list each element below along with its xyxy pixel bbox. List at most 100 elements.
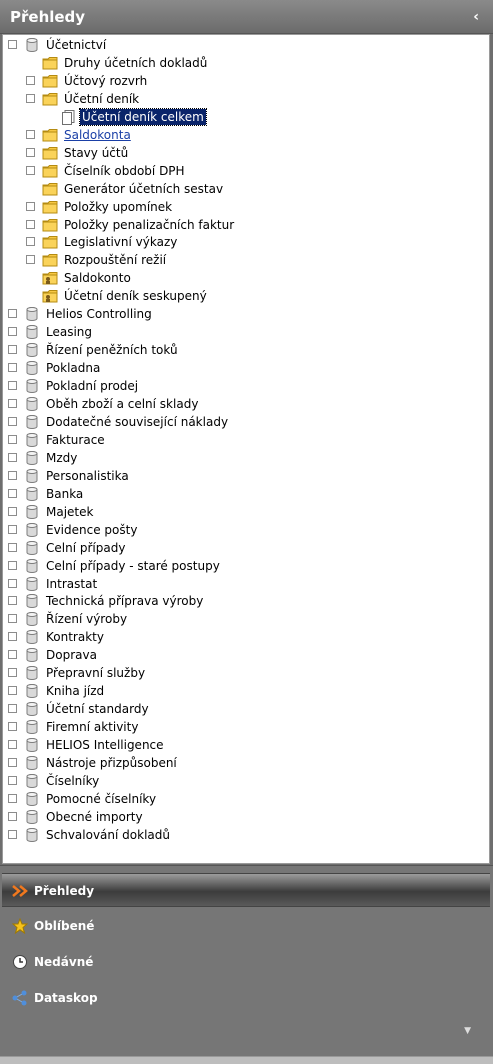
tree-node-label[interactable]: Položky upomínek	[62, 199, 174, 215]
tree-node-label[interactable]: Celní případy	[44, 540, 127, 556]
expand-icon[interactable]	[8, 686, 17, 696]
tree-node-label[interactable]: Kontrakty	[44, 629, 106, 645]
tree-node[interactable]: Položky penalizačních faktur	[3, 216, 483, 234]
expand-icon[interactable]	[8, 596, 17, 606]
tree-node-label[interactable]: Personalistika	[44, 468, 131, 484]
tree-node[interactable]: Obecné importy	[3, 808, 483, 826]
tree-node[interactable]: Číselník období DPH	[3, 162, 483, 180]
tree-node-label[interactable]: Rozpouštění režií	[62, 252, 168, 268]
tree-node-label[interactable]: Mzdy	[44, 450, 79, 466]
tree-node-label[interactable]: Stavy účtů	[62, 145, 130, 161]
tree-node[interactable]: Pomocné číselníky	[3, 790, 483, 808]
expand-icon[interactable]	[8, 524, 17, 534]
tree-node-label[interactable]: Položky penalizačních faktur	[62, 217, 236, 233]
tree-node-label[interactable]: Saldokonta	[62, 127, 133, 143]
tree-node-label[interactable]: Fakturace	[44, 432, 107, 448]
nav-item-overview[interactable]: Přehledy	[2, 873, 490, 907]
expand-icon[interactable]	[8, 704, 17, 714]
expand-icon[interactable]	[26, 165, 35, 175]
tree-node-label[interactable]: Schvalování dokladů	[44, 827, 172, 843]
tree-node-label[interactable]: HELIOS Intelligence	[44, 737, 166, 753]
expand-icon[interactable]	[8, 632, 17, 642]
tree-node-label[interactable]: Evidence pošty	[44, 522, 139, 538]
expand-icon[interactable]	[8, 452, 17, 462]
tree-node-label[interactable]: Oběh zboží a celní sklady	[44, 396, 200, 412]
expand-icon[interactable]	[26, 147, 35, 157]
tree-node-label[interactable]: Přepravní služby	[44, 665, 147, 681]
tree-node-label[interactable]: Majetek	[44, 504, 95, 520]
expand-icon[interactable]	[8, 345, 17, 355]
expand-icon[interactable]	[8, 327, 17, 337]
tree-node[interactable]: Stavy účtů	[3, 144, 483, 162]
expand-icon[interactable]	[26, 201, 35, 211]
expand-icon[interactable]	[8, 434, 17, 444]
expand-icon[interactable]	[8, 614, 17, 624]
tree-node[interactable]: Mzdy	[3, 449, 483, 467]
tree-node-label[interactable]: Firemní aktivity	[44, 719, 140, 735]
expand-icon[interactable]	[26, 129, 35, 139]
tree-node[interactable]: Druhy účetních dokladů	[3, 54, 483, 72]
tree-node-label[interactable]: Legislativní výkazy	[62, 234, 179, 250]
expand-icon[interactable]	[8, 775, 17, 785]
tree-node[interactable]: Helios Controlling	[3, 305, 483, 323]
tree-node-label[interactable]: Obecné importy	[44, 809, 145, 825]
tree-node[interactable]: Účetní deník	[3, 90, 483, 108]
expand-icon[interactable]	[8, 470, 17, 480]
tree-node-label[interactable]: Pokladna	[44, 360, 102, 376]
tree-node-label[interactable]: Celní případy - staré postupy	[44, 558, 222, 574]
tree-node-label[interactable]: Účetní standardy	[44, 701, 151, 717]
expand-icon[interactable]	[8, 506, 17, 516]
chevron-down-icon[interactable]: ▼	[464, 1026, 471, 1036]
expand-icon[interactable]	[8, 793, 17, 803]
tree-node[interactable]: Dodatečné související náklady	[3, 413, 483, 431]
tree-node-label[interactable]: Řízení výroby	[44, 611, 129, 627]
tree-node-label[interactable]: Účetní deník	[62, 91, 141, 107]
tree-node[interactable]: Schvalování dokladů	[3, 826, 483, 844]
tree-node-label[interactable]: Leasing	[44, 324, 94, 340]
tree-node-label[interactable]: Dodatečné související náklady	[44, 414, 230, 430]
tree-node[interactable]: Řízení peněžních toků	[3, 341, 483, 359]
tree-node[interactable]: Saldokonta	[3, 126, 483, 144]
tree-node[interactable]: Banka	[3, 485, 483, 503]
tree-node-label[interactable]: Pomocné číselníky	[44, 791, 158, 807]
tree-node[interactable]: Evidence pošty	[3, 521, 483, 539]
nav-item-recent[interactable]: Nedávné	[2, 945, 490, 979]
expand-icon[interactable]	[8, 416, 17, 426]
tree-node[interactable]: Technická příprava výroby	[3, 592, 483, 610]
tree-node-label[interactable]: Pokladní prodej	[44, 378, 140, 394]
tree-node-label[interactable]: Účetnictví	[44, 37, 108, 53]
expand-icon[interactable]	[8, 740, 17, 750]
tree-node-label[interactable]: Řízení peněžních toků	[44, 342, 180, 358]
expand-icon[interactable]	[8, 668, 17, 678]
tree-node[interactable]: Účetnictví	[3, 36, 483, 54]
collapse-icon[interactable]	[8, 40, 17, 49]
expand-icon[interactable]	[26, 255, 35, 265]
tree-node[interactable]: Saldokonto	[3, 269, 483, 287]
expand-icon[interactable]	[26, 75, 35, 85]
tree-node[interactable]: Řízení výroby	[3, 610, 483, 628]
nav-item-dataskop[interactable]: Dataskop	[2, 981, 490, 1015]
expand-icon[interactable]	[26, 219, 35, 229]
tree-node[interactable]: Celní případy	[3, 539, 483, 557]
tree-node[interactable]: Generátor účetních sestav	[3, 180, 483, 198]
expand-icon[interactable]	[8, 309, 17, 319]
tree-node[interactable]: Celní případy - staré postupy	[3, 557, 483, 575]
expand-icon[interactable]	[8, 650, 17, 660]
expand-icon[interactable]	[8, 381, 17, 391]
expand-icon[interactable]	[8, 758, 17, 767]
tree-node[interactable]: Rozpouštění režií	[3, 251, 483, 269]
expand-icon[interactable]	[8, 722, 17, 732]
tree-node[interactable]: Položky upomínek	[3, 198, 483, 216]
tree-node-label[interactable]: Nástroje přizpůsobení	[44, 755, 179, 771]
tree-node[interactable]: Pokladní prodej	[3, 377, 483, 395]
tree-node-label[interactable]: Číselníky	[44, 773, 101, 789]
tree-node[interactable]: Účtový rozvrh	[3, 72, 483, 90]
expand-icon[interactable]	[8, 811, 17, 821]
tree-node-label[interactable]: Druhy účetních dokladů	[62, 55, 209, 71]
tree-node[interactable]: Číselníky	[3, 772, 483, 790]
tree-node[interactable]: Kniha jízd	[3, 682, 483, 700]
tree-node[interactable]: Legislativní výkazy	[3, 233, 483, 251]
expand-icon[interactable]	[8, 578, 17, 588]
collapse-icon[interactable]	[26, 93, 35, 103]
tree-node-label[interactable]: Generátor účetních sestav	[62, 181, 225, 197]
